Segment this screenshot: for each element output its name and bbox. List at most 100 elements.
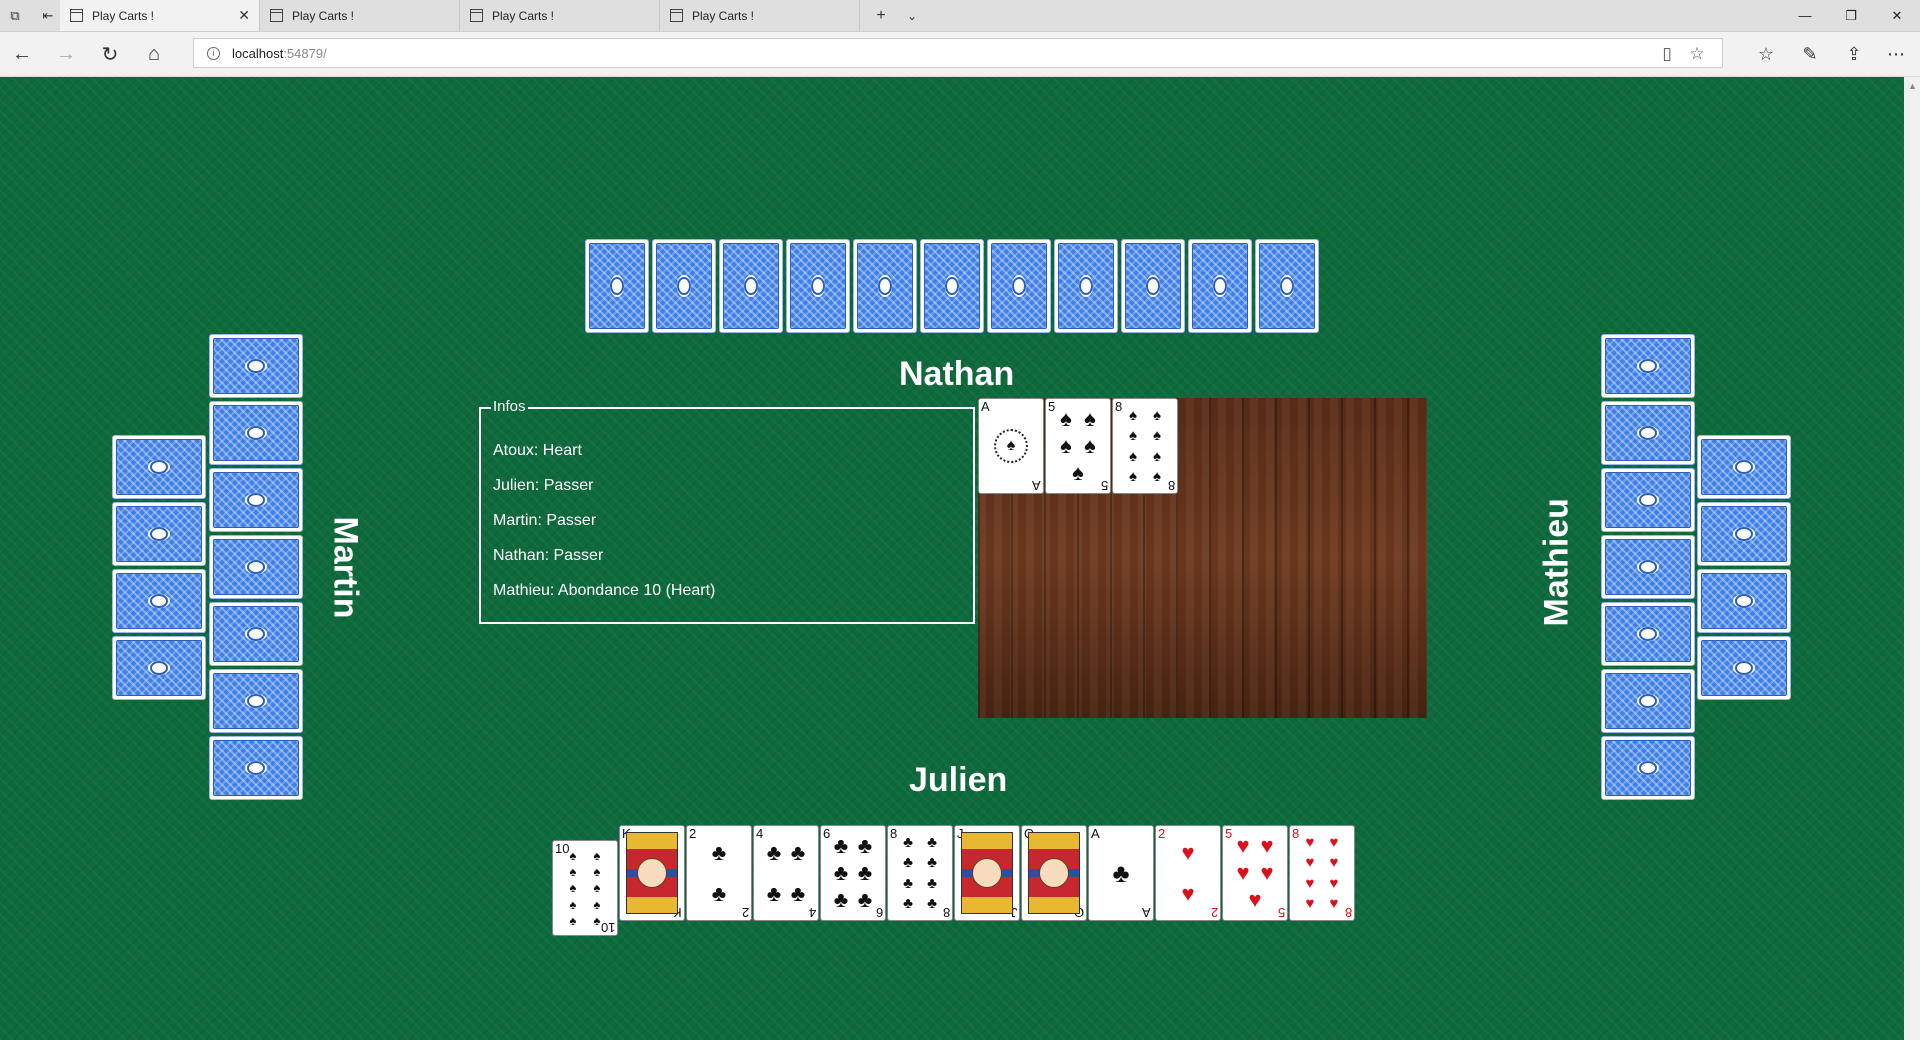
hand-card[interactable]: 2 2 ♣ ♣ xyxy=(686,825,752,921)
suit-pips: ♠ ♠ ♠ ♠ ♠ xyxy=(1054,405,1102,487)
suit-icon: ♠ xyxy=(1153,406,1161,424)
hand-card[interactable]: 6 6 ♣ ♣ ♣ ♣ ♣ ♣ xyxy=(820,825,886,921)
card-back xyxy=(112,502,206,566)
suit-icon: ♥ xyxy=(1329,895,1339,913)
suit-icon: ♠ xyxy=(1084,405,1096,431)
hand-card[interactable]: 5 5 ♥ ♥ ♥ ♥ ♥ xyxy=(1222,825,1288,921)
suit-icon: ♥ xyxy=(1248,887,1262,913)
table-card[interactable]: A A ♠ xyxy=(978,398,1044,494)
info-line: Atoux: Heart xyxy=(493,442,582,459)
card-back-pattern xyxy=(991,243,1047,329)
card-back xyxy=(1054,239,1118,333)
pen-icon[interactable]: ✎ xyxy=(1792,36,1828,72)
hand-card[interactable]: A A ♣ xyxy=(1088,825,1154,921)
refresh-icon[interactable]: ↻ xyxy=(92,36,128,72)
suit-icon: ♣ xyxy=(1112,858,1130,888)
info-line: Mathieu: Abondance 10 (Heart) xyxy=(493,582,716,599)
info-line: Martin: Passer xyxy=(493,512,597,529)
suit-icon: ♠ xyxy=(1153,447,1161,465)
card-back-pattern xyxy=(1605,740,1691,796)
page-icon xyxy=(270,9,283,22)
court-figure-icon xyxy=(1028,832,1080,914)
chevron-down-icon[interactable]: ⌄ xyxy=(897,0,927,31)
suit-icon: ♣ xyxy=(927,833,937,851)
reading-view-icon[interactable]: ▯ xyxy=(1652,39,1682,69)
tab-bar: ⧉ ⇤ Play Carts ! ✕ Play Carts ! Play Car… xyxy=(0,0,1920,32)
scroll-up-icon[interactable]: ▲ xyxy=(1908,81,1917,91)
card-rank: A xyxy=(1032,478,1041,493)
card-back-pattern xyxy=(1605,338,1691,394)
hand-card[interactable]: 2 2 ♥ ♥ xyxy=(1155,825,1221,921)
vertical-scrollbar[interactable]: ▲ xyxy=(1904,77,1920,1040)
suit-icon: ♣ xyxy=(766,880,782,906)
card-back-pattern xyxy=(116,439,202,495)
tab-2[interactable]: Play Carts ! xyxy=(260,0,460,31)
close-icon[interactable]: ✕ xyxy=(238,7,250,24)
card-back xyxy=(987,239,1051,333)
card-back-pattern xyxy=(1605,606,1691,662)
suit-pips: ♥ ♥ ♥ ♥ ♥ xyxy=(1231,832,1279,914)
favorites-icon[interactable]: ☆ xyxy=(1748,36,1784,72)
more-icon[interactable]: ⋯ xyxy=(1878,36,1914,72)
suit-icon: ♠ xyxy=(1084,432,1096,458)
hand-card[interactable]: JJ xyxy=(954,825,1020,921)
suit-icon: ♣ xyxy=(927,874,937,892)
card-back xyxy=(112,435,206,499)
info-icon[interactable]: i xyxy=(207,46,220,60)
player-name-right: Mathieu xyxy=(1537,498,1576,627)
tab-title: Play Carts ! xyxy=(692,8,755,23)
card-back-pattern xyxy=(213,405,299,461)
tab-3[interactable]: Play Carts ! xyxy=(460,0,660,31)
suit-icon: ♣ xyxy=(903,833,913,851)
hand-card[interactable]: 4 4 ♣ ♣ ♣ ♣ xyxy=(753,825,819,921)
card-back-pattern xyxy=(116,506,202,562)
suit-icon: ♣ xyxy=(927,854,937,872)
suit-icon: ♠ xyxy=(569,880,577,896)
card-back-pattern xyxy=(1192,243,1248,329)
suit-icon: ♠ xyxy=(1060,432,1072,458)
suit-icon: ♥ xyxy=(1260,859,1274,885)
tab-title: Play Carts ! xyxy=(292,8,355,23)
hand-card[interactable]: KK xyxy=(619,825,685,921)
suit-pips: ♣ ♣ ♣ ♣ xyxy=(762,832,810,914)
card-back xyxy=(1601,468,1695,532)
table-card[interactable]: 8 8 ♠ ♠ ♠ ♠ ♠ ♠ ♠ ♠ xyxy=(1112,398,1178,494)
hand-card[interactable]: 8 8 ♥ ♥ ♥ ♥ ♥ ♥ ♥ ♥ xyxy=(1289,825,1355,921)
suit-pips: ♠ ♠ ♠ ♠ ♠ ♠ ♠ ♠ xyxy=(1121,405,1169,487)
new-tab-icon[interactable]: + xyxy=(866,0,896,31)
restore-icon[interactable]: ❐ xyxy=(1828,0,1874,31)
card-back-pattern xyxy=(213,539,299,595)
minimize-icon[interactable]: — xyxy=(1782,0,1828,31)
share-icon[interactable]: ⇪ xyxy=(1836,36,1872,72)
card-back xyxy=(853,239,917,333)
home-icon[interactable]: ⌂ xyxy=(136,36,172,72)
card-back-pattern xyxy=(1605,472,1691,528)
table-card[interactable]: 5 5 ♠ ♠ ♠ ♠ ♠ xyxy=(1045,398,1111,494)
forward-arrow-icon[interactable]: → xyxy=(48,36,84,72)
suit-icon: ♣ xyxy=(857,887,873,913)
suit-icon: ♣ xyxy=(833,887,849,913)
suit-icon: ♠ xyxy=(994,429,1028,463)
page-icon xyxy=(670,9,683,22)
hand-card[interactable]: 8 8 ♣ ♣ ♣ ♣ ♣ ♣ ♣ ♣ xyxy=(887,825,953,921)
hand-card[interactable]: QQ xyxy=(1021,825,1087,921)
back-arrow-icon[interactable]: ← xyxy=(4,36,40,72)
close-window-icon[interactable]: ✕ xyxy=(1874,0,1920,31)
address-bar[interactable]: i localhost :54879/ ▯ ☆ xyxy=(193,38,1723,68)
card-back-pattern xyxy=(213,740,299,796)
suit-pips: ♣ ♣ xyxy=(695,832,743,914)
infos-panel: Infos Atoux: Heart Julien: Passer Martin… xyxy=(479,398,975,624)
card-back xyxy=(209,669,303,733)
suit-icon: ♣ xyxy=(833,832,849,858)
suit-icon: ♠ xyxy=(569,864,577,880)
hand-card[interactable]: 10 10 ♠ ♠ ♠ ♠ ♠ ♠ ♠ ♠ ♠ ♠ xyxy=(552,840,618,936)
tab-4[interactable]: Play Carts ! xyxy=(660,0,860,31)
tabs-aside-icon[interactable]: ⧉ xyxy=(0,0,30,31)
tab-title: Play Carts ! xyxy=(492,8,555,23)
tab-1[interactable]: Play Carts ! ✕ xyxy=(60,0,260,31)
set-aside-tabs-icon[interactable]: ⇤ xyxy=(33,0,63,31)
card-back xyxy=(652,239,716,333)
suit-icon: ♣ xyxy=(711,839,727,865)
star-icon[interactable]: ☆ xyxy=(1682,39,1712,69)
card-back-pattern xyxy=(1701,573,1787,629)
